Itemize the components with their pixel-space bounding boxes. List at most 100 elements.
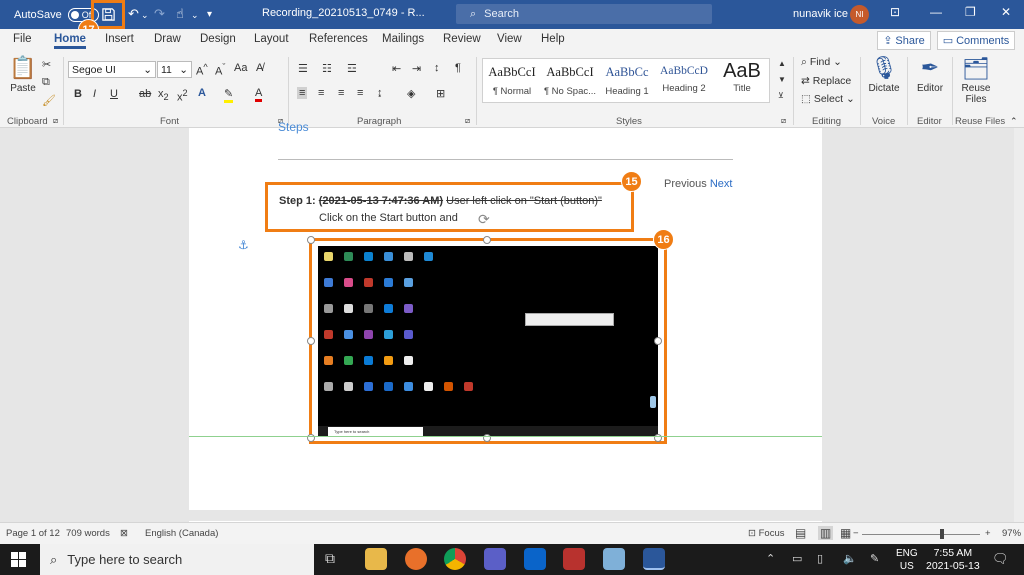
collapse-ribbon-icon[interactable]: ⌃ (1010, 116, 1018, 127)
resize-handle[interactable] (307, 236, 315, 244)
paragraph-launcher-icon[interactable]: ⧄ (465, 116, 470, 126)
editor-button[interactable]: ✒ Editor (912, 55, 948, 94)
file-explorer-icon[interactable] (365, 548, 387, 570)
tab-design[interactable]: Design (200, 33, 236, 45)
previous-link[interactable]: Previous (664, 178, 707, 190)
paint-icon[interactable] (603, 548, 625, 570)
pen-icon[interactable]: ✎ (870, 552, 879, 565)
subscript-icon[interactable]: x2 (158, 88, 169, 102)
undo-dropdown-icon[interactable]: ⌄ (141, 10, 149, 21)
copy-icon[interactable]: ⧉ (42, 76, 50, 89)
next-link[interactable]: Next (710, 178, 733, 190)
italic-icon[interactable]: I (93, 88, 96, 100)
redo-icon[interactable]: ↷ (154, 6, 165, 22)
style-heading-2[interactable]: AaBbCcD Heading 2 (655, 59, 713, 104)
ribbon-display-icon[interactable]: ⊡ (890, 5, 900, 19)
tab-home[interactable]: Home (54, 33, 86, 49)
decrease-indent-icon[interactable]: ⇤ (392, 62, 401, 75)
zoom-slider[interactable] (862, 534, 980, 535)
language-indicator[interactable]: ENG US (896, 547, 918, 573)
zoom-slider-knob[interactable] (940, 529, 944, 539)
style-no-spacing[interactable]: AaBbCcI ¶ No Spac... (541, 59, 599, 104)
align-right-icon[interactable]: ≡ (338, 87, 344, 99)
styles-launcher-icon[interactable]: ⧄ (781, 116, 786, 126)
styles-scroll-up-icon[interactable]: ▲ (778, 59, 786, 68)
print-layout-icon[interactable]: ▥ (818, 526, 834, 540)
resize-handle[interactable] (307, 337, 315, 345)
align-left-icon[interactable]: ≡ (297, 87, 308, 99)
volume-icon[interactable]: 🔈 (843, 552, 857, 565)
zoom-level[interactable]: 97% (1002, 528, 1021, 539)
taskbar-search[interactable]: ⌕ Type here to search (40, 544, 314, 575)
comments-button[interactable]: ▭ Comments (937, 31, 1015, 50)
increase-indent-icon[interactable]: ⇥ (412, 62, 421, 75)
grow-font-icon[interactable]: A^ (196, 62, 208, 78)
borders-icon[interactable]: ⊞ (436, 87, 445, 100)
find-button[interactable]: ⌕ Find ⌄ (801, 56, 842, 69)
resize-handle[interactable] (654, 337, 662, 345)
step-screenshot[interactable]: Type here to search (318, 246, 658, 437)
dictate-button[interactable]: 🎙 Dictate (866, 55, 902, 94)
windows-start-icon[interactable] (11, 552, 26, 567)
sort-icon[interactable]: ↕ (434, 62, 440, 74)
text-effects-icon[interactable]: A (198, 87, 206, 99)
reuse-files-button[interactable]: 🗂 Reuse Files (957, 55, 995, 105)
tab-help[interactable]: Help (541, 33, 565, 45)
paste-button[interactable]: 📋 Paste (8, 55, 38, 94)
vertical-scrollbar[interactable] (1014, 128, 1024, 522)
teams-icon[interactable] (484, 548, 506, 570)
font-name-select[interactable]: Segoe UI ⌄ (68, 61, 156, 78)
styles-more-icon[interactable]: ⊻ (778, 91, 784, 100)
web-layout-icon[interactable]: ▦ (840, 526, 851, 540)
shrink-font-icon[interactable]: Aˇ (215, 62, 225, 78)
style-title[interactable]: AaB Title (713, 59, 771, 104)
word-taskbar-icon[interactable] (643, 548, 665, 570)
focus-button[interactable]: ⊡ Focus (748, 528, 784, 539)
clear-formatting-icon[interactable]: A̸ (256, 62, 263, 74)
justify-icon[interactable]: ≡ (357, 87, 363, 99)
notifications-icon[interactable]: 🗨 (992, 551, 1009, 567)
task-view-icon[interactable]: ⧉ (325, 550, 335, 567)
battery-icon[interactable]: ▯ (817, 552, 823, 565)
replace-button[interactable]: ⇄ Replace (801, 75, 851, 87)
zoom-out-icon[interactable]: − (853, 528, 859, 539)
bold-icon[interactable]: B (74, 88, 82, 100)
pilcrow-icon[interactable]: ¶ (455, 62, 461, 74)
style-heading-1[interactable]: AaBbCc Heading 1 (598, 59, 656, 104)
highlight-icon[interactable]: ✎ (224, 87, 234, 103)
customize-toolbar-icon[interactable]: ▾ (207, 9, 212, 20)
document-area[interactable]: Steps Previous Next Step 1: (2021-05-13 … (0, 120, 1024, 525)
tab-insert[interactable]: Insert (105, 33, 134, 45)
touch-mode-icon[interactable]: ☝ (176, 6, 184, 22)
word-count[interactable]: 709 words (66, 528, 110, 539)
underline-icon[interactable]: U (110, 88, 118, 100)
close-icon[interactable]: ✕ (1001, 5, 1011, 19)
snipping-tool-icon[interactable] (563, 548, 585, 570)
style-normal[interactable]: AaBbCcI ¶ Normal (483, 59, 541, 104)
search-box[interactable]: ⌕ Search (456, 4, 712, 24)
chrome-icon[interactable] (444, 548, 466, 570)
clipboard-launcher-icon[interactable]: ⧄ (53, 116, 58, 126)
cut-icon[interactable]: ✂ (42, 58, 51, 71)
styles-scroll-down-icon[interactable]: ▼ (778, 75, 786, 84)
resize-handle[interactable] (483, 236, 491, 244)
share-button[interactable]: ⇪ Share (877, 31, 931, 50)
chevron-up-icon[interactable]: ⌃ (766, 552, 775, 565)
system-clock[interactable]: 7:55 AM 2021-05-13 (926, 547, 980, 573)
user-name[interactable]: nunavik ice (793, 8, 848, 20)
tab-layout[interactable]: Layout (254, 33, 289, 45)
language-indicator[interactable]: English (Canada) (145, 528, 218, 539)
format-painter-icon[interactable]: 🖌 (42, 94, 56, 107)
font-size-select[interactable]: 11 ⌄ (157, 61, 192, 78)
tab-draw[interactable]: Draw (154, 33, 181, 45)
bullets-icon[interactable]: ☰ (298, 62, 308, 75)
tab-mailings[interactable]: Mailings (382, 33, 424, 45)
proofing-icon[interactable]: ⊠ (120, 528, 128, 539)
zoom-in-icon[interactable]: + (985, 528, 991, 539)
avatar[interactable]: NI (850, 5, 869, 24)
align-center-icon[interactable]: ≡ (318, 87, 324, 99)
outlook-icon[interactable] (524, 548, 546, 570)
strikethrough-icon[interactable]: ab (139, 88, 151, 100)
document-page[interactable]: Steps Previous Next Step 1: (2021-05-13 … (189, 120, 822, 510)
numbering-icon[interactable]: ☷ (322, 62, 332, 75)
